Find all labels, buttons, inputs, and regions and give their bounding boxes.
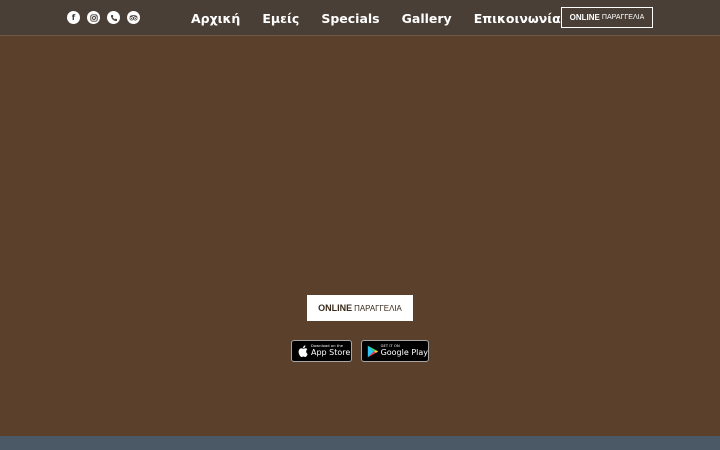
header-order-label-small: ΠΑΡΑΓΓΕΛΙΑ [601,14,645,21]
app-store-badge[interactable]: Download on the App Store [291,340,352,362]
footer-strip [0,436,720,450]
instagram-icon[interactable] [87,11,100,24]
apple-icon [295,345,311,357]
instagram-glyph [89,13,98,22]
phone-glyph [110,14,117,21]
header-online-order-button[interactable]: ONLINE ΠΑΡΑΓΓΕΛΙΑ [561,7,653,28]
main-nav: Αρχική Εμείς Specials Gallery Επικοινωνί… [191,0,583,36]
nav-item-about[interactable]: Εμείς [262,11,299,26]
phone-icon[interactable] [107,11,120,24]
tripadvisor-icon[interactable] [127,11,140,24]
nav-item-home[interactable]: Αρχική [191,11,240,26]
google-play-text: GET IT ON Google Play [380,344,428,358]
order-label-small: ΠΑΡΑΓΓΕΛΙΑ [354,303,402,313]
online-order-button[interactable]: ONLINE ΠΑΡΑΓΓΕΛΙΑ [307,295,413,321]
app-store-text: Download on the App Store [311,344,351,358]
tripadvisor-glyph [129,14,138,20]
nav-item-specials[interactable]: Specials [321,11,379,26]
app-store-big-text: App Store [311,348,351,358]
google-play-icon [365,345,381,358]
header-order-label-bold: ONLINE [569,13,600,22]
google-play-big-text: Google Play [380,348,428,358]
nav-item-gallery[interactable]: Gallery [402,11,452,26]
order-label-bold: ONLINE [318,303,353,313]
nav-item-contact[interactable]: Επικοινωνία [474,11,561,26]
facebook-glyph: f [71,12,76,22]
facebook-icon[interactable]: f [67,11,80,24]
top-header: f Αρχική Εμείς Specials Gallery Επικοινω… [0,0,720,36]
google-play-badge[interactable]: GET IT ON Google Play [361,340,429,362]
social-links: f [67,11,140,24]
